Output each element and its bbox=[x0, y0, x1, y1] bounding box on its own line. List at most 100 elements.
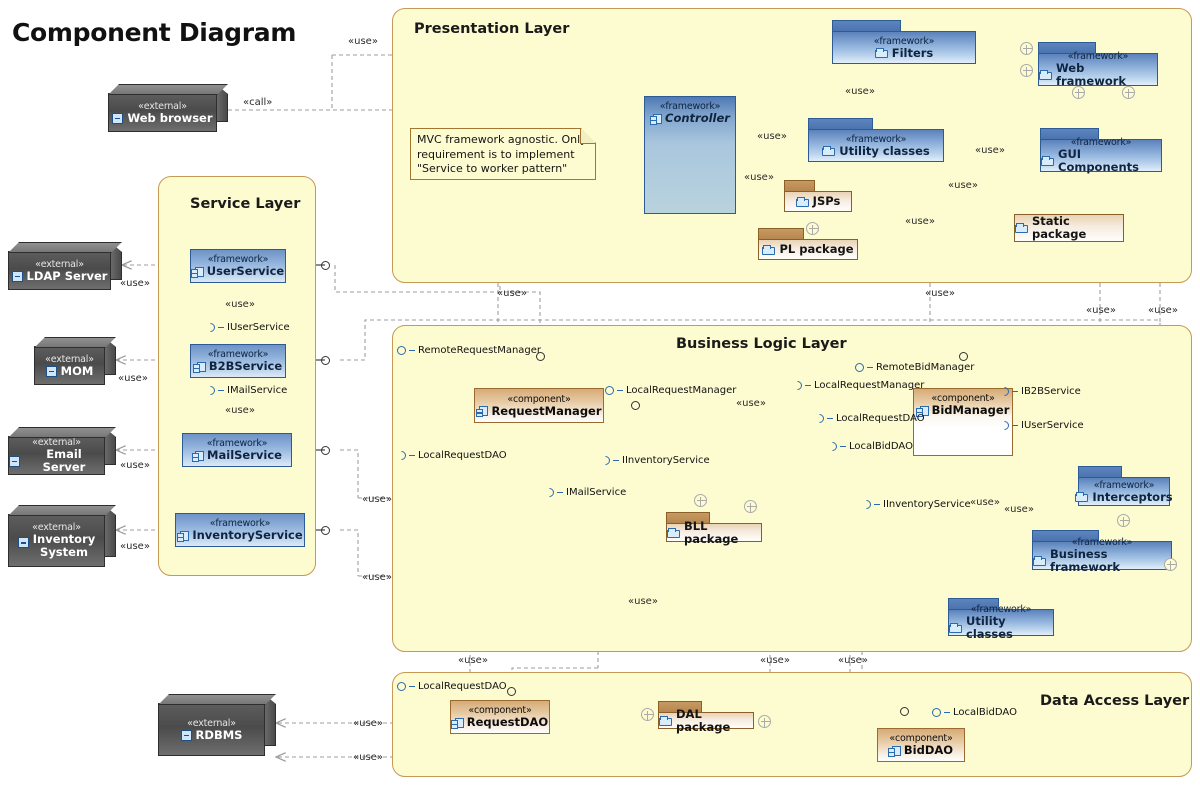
socket-icon bbox=[204, 321, 217, 334]
socket-icon bbox=[395, 449, 408, 462]
package-name: BLL package bbox=[684, 518, 739, 546]
package-body: BLL package bbox=[666, 519, 762, 545]
node-face: «external» Inventory System bbox=[8, 514, 105, 567]
interface-label-local-bid-dao-bid: LocalBidDAO bbox=[826, 440, 913, 453]
use-label-bid-interceptors: «use» bbox=[1004, 504, 1034, 515]
external-node-email-server[interactable]: «external» Email Server bbox=[8, 427, 116, 475]
socket-icon bbox=[826, 440, 839, 453]
package-web-framework[interactable]: «framework» Web framework bbox=[1038, 42, 1158, 88]
node-face: «external» MOM bbox=[34, 346, 105, 385]
interface-name: LocalRequestManager bbox=[814, 380, 925, 391]
external-node-web-browser[interactable]: «external» Web browser bbox=[108, 84, 228, 132]
package-gui-components[interactable]: «framework» GUI Components bbox=[1040, 128, 1162, 174]
provided-interface-ball-inventory-service bbox=[321, 526, 330, 535]
component-controller[interactable]: «framework» Controller bbox=[644, 96, 736, 214]
use-label-bid-utility: «use» bbox=[970, 497, 1000, 508]
component-icon bbox=[193, 361, 206, 373]
interface-stick bbox=[944, 711, 950, 714]
package-body: PL package bbox=[758, 239, 858, 260]
package-filters[interactable]: «framework» Filters bbox=[832, 20, 976, 64]
stereotype-label: «external» bbox=[45, 353, 94, 365]
package-interceptors[interactable]: «framework» Interceptors bbox=[1075, 466, 1173, 506]
data-layer-title: Data Access Layer bbox=[1040, 693, 1190, 709]
package-dal-package[interactable]: DAL package bbox=[658, 701, 754, 733]
external-node-rdbms[interactable]: «external» RDBMS bbox=[158, 694, 276, 756]
component-request-dao[interactable]: «component» RequestDAO bbox=[450, 700, 550, 734]
folder-icon bbox=[1041, 156, 1054, 166]
use-label-filters-utility: «use» bbox=[845, 86, 875, 97]
call-label-web-browser: «call» bbox=[243, 97, 273, 108]
socket-icon bbox=[860, 498, 873, 511]
assembly-connector-web-gui bbox=[1122, 86, 1135, 99]
use-label-service-bll-mail: «use» bbox=[362, 494, 392, 505]
component-icon bbox=[17, 537, 29, 548]
lollipop-icon bbox=[397, 346, 406, 355]
external-node-ldap-server[interactable]: «external» LDAP Server bbox=[8, 242, 122, 290]
interface-label-local-request-dao-bid: LocalRequestDAO bbox=[813, 412, 925, 425]
assembly-connector-jsps-pl bbox=[806, 222, 819, 235]
component-icon bbox=[475, 406, 489, 418]
external-node-inventory-system[interactable]: «external» Inventory System bbox=[8, 505, 116, 567]
provided-interface-ball-mail-service bbox=[321, 446, 330, 455]
folder-icon bbox=[659, 715, 672, 726]
node-lid-3d bbox=[8, 505, 116, 516]
component-name: InventoryService bbox=[192, 528, 303, 542]
use-label-jsps-gui: «use» bbox=[948, 180, 978, 191]
interface-stick bbox=[617, 389, 623, 392]
interface-label-local-bid-dao-dal: LocalBidDAO bbox=[932, 707, 1017, 718]
package-utility-classes-presentation[interactable]: «framework» Utility classes bbox=[808, 118, 944, 162]
package-bll-package[interactable]: BLL package bbox=[666, 512, 762, 545]
component-bid-manager[interactable]: «component» BidManager bbox=[913, 388, 1013, 456]
interface-name: LocalRequestDAO bbox=[418, 450, 507, 461]
interface-stick bbox=[805, 384, 811, 387]
use-label-controller-jsps: «use» bbox=[744, 172, 774, 183]
package-name: Business framework bbox=[1050, 547, 1121, 574]
package-business-framework[interactable]: «framework» Business framework bbox=[1032, 530, 1172, 574]
package-name: Utility classes bbox=[839, 143, 930, 158]
node-lid-3d bbox=[158, 694, 276, 705]
use-label-service-bll-inventory: «use» bbox=[362, 572, 392, 583]
socket-icon bbox=[791, 379, 804, 392]
package-body: «framework» Web framework bbox=[1038, 51, 1158, 88]
lollipop-icon bbox=[932, 708, 941, 717]
lollipop-icon bbox=[605, 386, 614, 395]
use-label-b2b-mail: «use» bbox=[225, 405, 255, 416]
component-bid-dao[interactable]: «component» BidDAO bbox=[877, 728, 965, 762]
package-utility-classes-business[interactable]: «framework» Utility classes bbox=[948, 598, 1054, 641]
use-label-gui-utility: «use» bbox=[975, 145, 1005, 156]
interface-name: IMailService bbox=[227, 385, 288, 396]
external-node-mom[interactable]: «external» MOM bbox=[34, 337, 116, 385]
component-icon bbox=[112, 112, 124, 124]
package-name: Static package bbox=[1032, 214, 1087, 241]
folder-icon bbox=[667, 527, 680, 538]
interface-label-local-request-manager-bid: LocalRequestManager bbox=[791, 379, 925, 392]
use-label-mom: «use» bbox=[118, 373, 148, 384]
use-label-presentation-business-mid: «use» bbox=[925, 288, 955, 299]
assembly-connector-web-controller bbox=[1072, 86, 1085, 99]
package-jsps[interactable]: JSPs bbox=[784, 180, 852, 212]
provided-ball-remote-bid-manager bbox=[959, 352, 968, 361]
provided-ball-local-request-manager bbox=[631, 401, 640, 410]
interface-name: LocalBidDAO bbox=[849, 441, 913, 452]
interface-label-iinventoryservice-rm: IInventoryService bbox=[599, 454, 710, 467]
assembly-connector-interceptors bbox=[1117, 514, 1130, 527]
assembly-connector-dal-request bbox=[641, 708, 654, 721]
component-request-manager[interactable]: «component» RequestManager bbox=[474, 388, 604, 423]
component-icon bbox=[176, 530, 190, 542]
use-label-presentation-business-left: «use» bbox=[497, 288, 527, 299]
node-lid-3d bbox=[34, 337, 116, 348]
component-mail-service[interactable]: «framework» MailService bbox=[182, 433, 292, 467]
package-body: «framework» Utility classes bbox=[948, 604, 1054, 641]
node-name: RDBMS bbox=[195, 727, 243, 742]
component-inventory-service[interactable]: «framework» InventoryService bbox=[175, 513, 305, 547]
interface-label-iuserservice: IUserService bbox=[204, 321, 290, 334]
package-body: «framework» GUI Components bbox=[1040, 137, 1162, 174]
interface-label-remote-bid-manager: RemoteBidManager bbox=[855, 362, 974, 373]
interface-stick bbox=[218, 389, 224, 392]
package-static-package[interactable]: Static package bbox=[1014, 214, 1124, 242]
stereotype-label: «external» bbox=[138, 100, 187, 112]
node-face: «external» LDAP Server bbox=[8, 251, 111, 290]
component-b2b-service[interactable]: «framework» B2BService bbox=[190, 344, 286, 378]
component-user-service[interactable]: «framework» UserService bbox=[190, 249, 286, 283]
provided-interface-ball-user-service bbox=[321, 261, 330, 270]
